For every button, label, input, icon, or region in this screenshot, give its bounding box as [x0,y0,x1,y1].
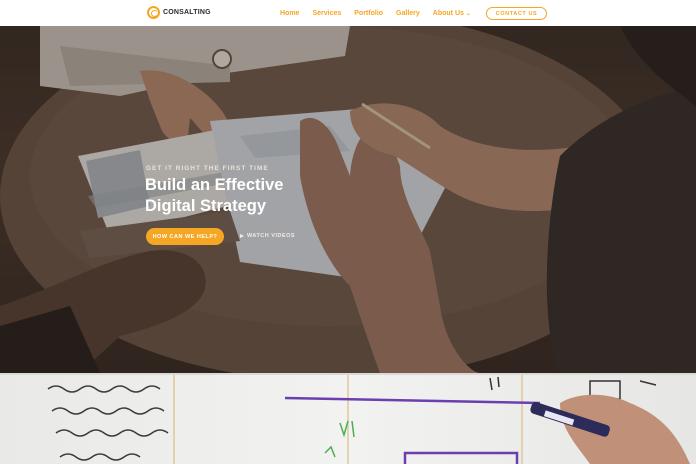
whiteboard-image-section [0,373,696,464]
hero-title-line-2: Digital Strategy [145,196,267,215]
nav-item-services[interactable]: Services [312,10,341,17]
hero-eyebrow: GET IT RIGHT THE FIRST TIME [146,165,269,172]
nav-item-portfolio[interactable]: Portfolio [354,10,383,17]
nav-item-about-us[interactable]: About Us ⌄ [433,10,471,17]
logo-mark-icon [147,6,160,19]
main-nav: Home Services Portfolio Gallery About Us… [280,0,484,26]
hero-section: GET IT RIGHT THE FIRST TIME Build an Eff… [0,26,696,373]
watch-videos-link[interactable]: WATCH VIDEOS [240,233,295,239]
nav-item-gallery[interactable]: Gallery [396,10,420,17]
hero-title: Build an Effective Digital Strategy [145,175,365,216]
logo-text: CONSALTING [163,9,211,16]
hero-title-line-1: Build an Effective [145,176,284,194]
nav-item-home[interactable]: Home [280,10,299,17]
contact-us-button[interactable]: CONTACT US [486,7,547,20]
logo[interactable]: CONSALTING [147,6,211,19]
nav-item-about-us-label: About Us [432,9,464,17]
play-icon [240,234,244,238]
site-header: CONSALTING Home Services Portfolio Galle… [0,0,696,26]
whiteboard-image [0,373,696,464]
chevron-down-icon: ⌄ [465,10,471,17]
watch-videos-label: WATCH VIDEOS [247,233,296,239]
how-can-we-help-button[interactable]: HOW CAN WE HELP? [146,228,224,245]
